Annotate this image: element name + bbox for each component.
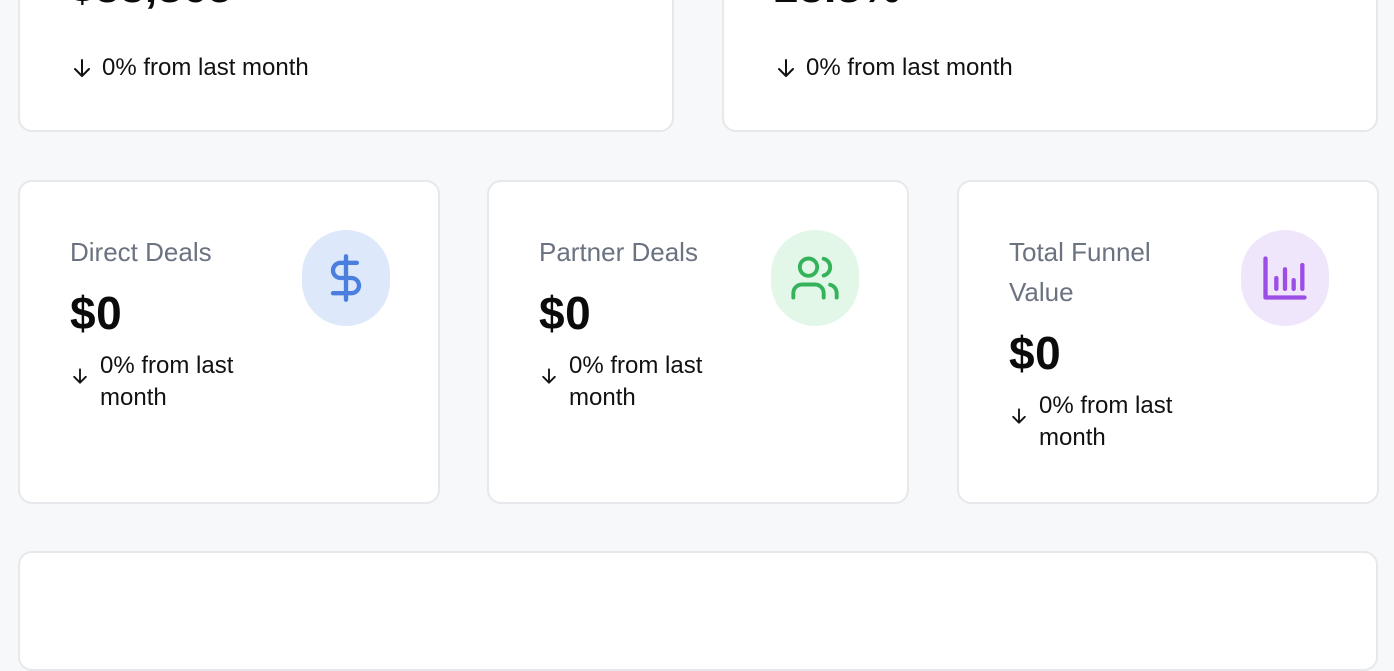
total-revenue-card: $33,865 0% from last month — [18, 0, 674, 132]
trend-indicator: 0% from last month — [70, 54, 309, 82]
dollar-icon-badge — [302, 230, 390, 326]
metric-value: $33,865 — [70, 0, 233, 10]
trend-text: 0% from last month — [100, 352, 234, 411]
bottom-panel — [18, 551, 1378, 671]
trend-text: 0% from last month — [569, 352, 703, 411]
direct-deals-card: Direct Deals $0 0% from last month — [18, 180, 440, 504]
metric-value: $0 — [70, 287, 123, 339]
dollar-icon — [330, 254, 362, 302]
trend-indicator: 0% from last month — [774, 54, 1013, 82]
users-icon — [791, 256, 839, 300]
metric-value: 23.8% — [774, 0, 901, 10]
total-funnel-value-card: Total Funnel Value $0 0% from last month — [957, 180, 1379, 504]
arrow-down-icon — [542, 368, 556, 384]
arrow-down-icon — [74, 59, 90, 77]
metric-label: Direct Deals — [70, 237, 212, 267]
metric-value: $0 — [1009, 327, 1062, 379]
arrow-down-icon — [778, 59, 794, 77]
trend-text: 0% from last month — [1039, 392, 1173, 451]
trend-text: 0% from last month — [806, 54, 1013, 81]
trend-indicator: 0% from last month — [70, 350, 270, 414]
metric-label: Total Funnel Value — [1009, 237, 1151, 307]
trend-indicator: 0% from last month — [539, 350, 739, 414]
metric-value: $0 — [539, 287, 592, 339]
bar-chart-icon — [1263, 256, 1307, 300]
partner-deals-card: Partner Deals $0 0% from last month — [487, 180, 909, 504]
arrow-down-icon — [73, 368, 87, 384]
users-icon-badge — [771, 230, 859, 326]
arrow-down-icon — [1012, 408, 1026, 424]
conversion-rate-card: 23.8% 0% from last month — [722, 0, 1378, 132]
bar-chart-icon-badge — [1241, 230, 1329, 326]
trend-text: 0% from last month — [102, 54, 309, 81]
metric-label: Partner Deals — [539, 237, 698, 267]
trend-indicator: 0% from last month — [1009, 390, 1209, 454]
